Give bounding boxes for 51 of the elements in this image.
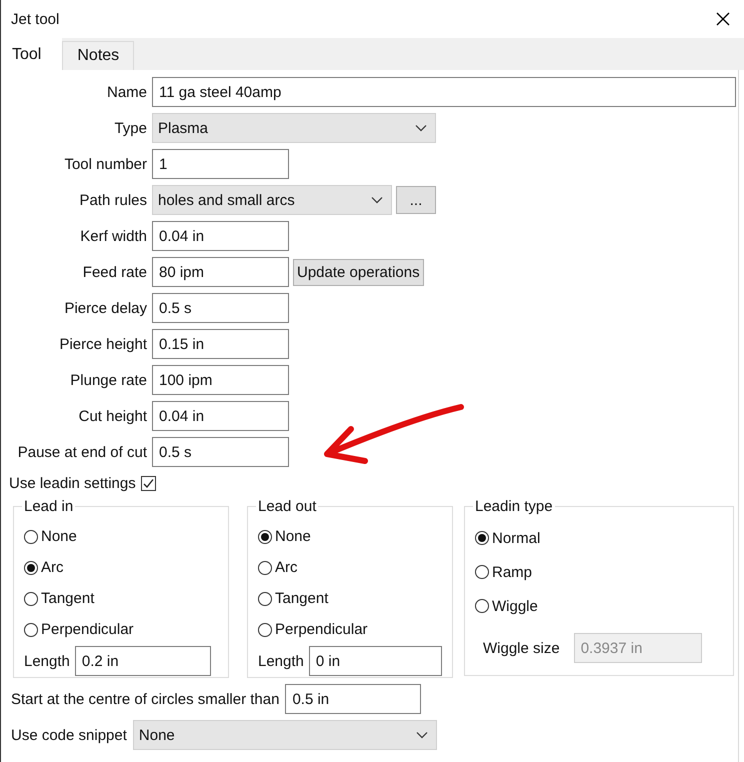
field-label: Pause at end of cut [16, 444, 147, 460]
field-label: Start at the centre of circles smaller than [11, 690, 280, 708]
field-label: Kerf width [79, 228, 147, 244]
option-label: Normal [492, 530, 540, 546]
field-label: Length [258, 652, 304, 670]
input-field[interactable]: 0.5 s [152, 293, 289, 323]
option-label: Arc [41, 559, 64, 576]
input-field[interactable]: 80 ipm [152, 257, 289, 287]
field-label: Tool number [63, 156, 147, 172]
dropdown[interactable]: None [132, 720, 437, 750]
field-label: Feed rate [82, 264, 147, 280]
button[interactable]: ... [396, 186, 436, 214]
input-field[interactable]: 0.5 in [285, 684, 422, 714]
input-field[interactable]: 0.2 in [74, 646, 211, 676]
tab[interactable]: Tool [1, 38, 62, 70]
field-label: Use code snippet [11, 726, 127, 744]
option-label: None [41, 528, 77, 545]
option-label: Ramp [492, 564, 532, 580]
option-label: Arc [275, 559, 298, 576]
tab[interactable]: Notes [62, 41, 134, 70]
option-label: Perpendicular [41, 621, 134, 638]
input-field[interactable]: 0 in [308, 646, 442, 676]
field-label: Pierce delay [63, 300, 147, 316]
group-title: Leadin type [474, 498, 554, 515]
button[interactable]: Update operations [293, 258, 424, 286]
input-field[interactable]: 0.04 in [152, 401, 289, 431]
input-field[interactable]: 100 ipm [152, 365, 289, 395]
field-label: Path rules [78, 192, 147, 208]
option-label: Tangent [275, 590, 328, 607]
field-label: Plunge rate [69, 372, 147, 388]
option-label: Wiggle [492, 598, 538, 614]
dropdown[interactable]: holes and small arcs [152, 185, 392, 215]
input-field[interactable]: 0.5 s [152, 437, 289, 467]
input-field[interactable]: 0.15 in [152, 329, 289, 359]
field-label: Length [24, 652, 70, 670]
group-title: Lead out [257, 498, 318, 515]
option-label: Perpendicular [275, 621, 368, 638]
option-label: None [275, 528, 311, 545]
field-label: Pierce height [58, 336, 147, 352]
group-title: Lead in [23, 498, 74, 515]
field-label: Cut height [78, 408, 147, 424]
option-label: Tangent [41, 590, 94, 607]
field-label: Wiggle size [483, 640, 560, 656]
input-field[interactable]: 1 [152, 149, 289, 179]
input-field[interactable]: 0.04 in [152, 221, 289, 251]
checkbox-label: Use leadin settings [9, 475, 136, 492]
field-label: Type [113, 120, 147, 136]
field-label: Name [106, 84, 147, 100]
input-field[interactable]: 11 ga steel 40amp [152, 77, 736, 107]
window-title: Jet tool [11, 10, 60, 28]
dropdown[interactable]: Plasma [152, 113, 436, 143]
